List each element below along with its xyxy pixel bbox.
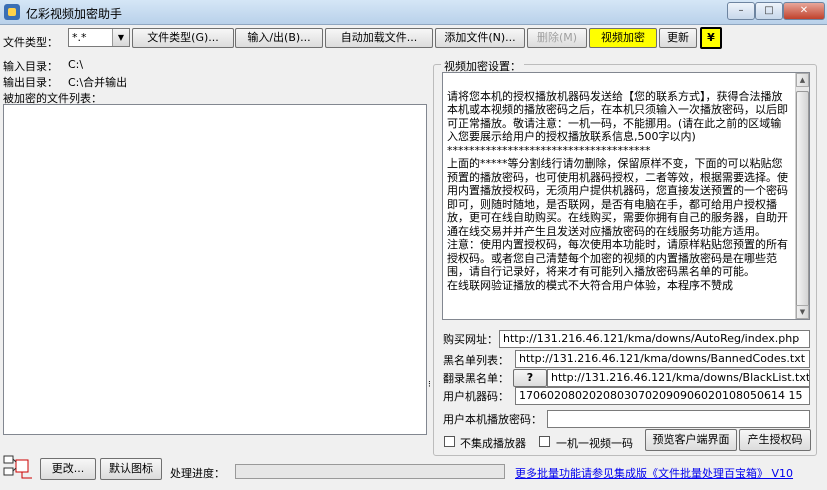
one-machine-label[interactable]: 一机一视频一码 xyxy=(556,435,633,451)
description-scrollbar[interactable]: ▲ ▼ xyxy=(795,73,809,319)
program-icon[interactable] xyxy=(2,452,36,484)
video-encrypt-button[interactable]: 视频加密 xyxy=(589,28,657,48)
chevron-down-icon[interactable]: ▼ xyxy=(112,29,129,46)
progress-label: 处理进度： xyxy=(170,467,225,480)
file-type-select[interactable]: *.* ▼ xyxy=(68,28,130,47)
blacklist-label: 黑名单列表： xyxy=(443,354,509,367)
machine-code-label: 用户机器码： xyxy=(443,390,509,403)
promo-link[interactable]: 更多批量功能请参见集成版《文件批量处理百宝箱》 V10 xyxy=(515,465,793,481)
file-type-label: 文件类型： xyxy=(3,36,58,49)
blacklist-input[interactable]: http://131.216.46.121/kma/downs/BannedCo… xyxy=(515,350,810,368)
add-file-button[interactable]: 添加文件(N)... xyxy=(435,28,525,48)
local-password-input[interactable] xyxy=(547,410,810,428)
input-dir-label: 输入目录： xyxy=(3,60,58,73)
minimize-button[interactable]: – xyxy=(727,2,755,20)
delete-button[interactable]: 删除(M) xyxy=(527,28,587,48)
scroll-thumb[interactable] xyxy=(796,91,809,309)
buy-url-input[interactable]: http://131.216.46.121/kma/downs/AutoReg/… xyxy=(499,330,810,348)
file-type-button[interactable]: 文件类型(G)... xyxy=(132,28,234,48)
progress-bar xyxy=(235,464,505,479)
description-text: 请将您本机的授权播放机器码发送给【您的联系方式】，获得合法播放本机或本视频的播放… xyxy=(447,89,788,292)
generate-code-button[interactable]: 产生授权码 xyxy=(739,429,811,451)
file-list[interactable] xyxy=(3,104,427,435)
output-dir-label: 输出目录： xyxy=(3,76,58,89)
app-icon xyxy=(4,4,20,20)
change-icon-button[interactable]: 更改... xyxy=(40,458,96,480)
buy-url-label: 购买网址： xyxy=(443,333,498,346)
one-machine-checkbox[interactable] xyxy=(539,436,550,447)
file-type-value: *.* xyxy=(72,31,87,44)
update-button[interactable]: 更新 xyxy=(659,28,697,48)
output-dir-value: C:\合并输出 xyxy=(68,76,128,89)
maximize-button[interactable]: □ xyxy=(755,2,783,20)
splitter-handle[interactable]: ⁝ xyxy=(428,380,431,390)
no-player-label[interactable]: 不集成播放器 xyxy=(460,435,526,451)
scroll-up-icon[interactable]: ▲ xyxy=(796,73,809,87)
import-export-button[interactable]: 输入/出(B)... xyxy=(235,28,323,48)
scroll-down-icon[interactable]: ▼ xyxy=(796,305,809,319)
flip-blacklist-help-button[interactable]: ? xyxy=(513,369,547,387)
no-player-checkbox[interactable] xyxy=(444,436,455,447)
machine-code-input[interactable]: 17060208020208030702090906020108050614 1… xyxy=(515,387,810,405)
preview-client-button[interactable]: 预览客户端界面 xyxy=(645,429,737,451)
yen-button[interactable]: ¥ xyxy=(700,27,722,49)
default-icon-button[interactable]: 默认图标 xyxy=(100,458,162,480)
input-dir-value: C:\ xyxy=(68,58,84,71)
title-bar: 亿彩视频加密助手 – □ ✕ xyxy=(0,0,827,25)
auto-load-button[interactable]: 自动加载文件... xyxy=(325,28,433,48)
local-password-label: 用户本机播放密码： xyxy=(443,413,542,426)
flip-blacklist-input[interactable]: http://131.216.46.121/kma/downs/BlackLis… xyxy=(547,369,810,387)
description-textarea[interactable]: 请将您本机的授权播放机器码发送给【您的联系方式】，获得合法播放本机或本视频的播放… xyxy=(442,72,810,320)
window-title: 亿彩视频加密助手 xyxy=(26,7,123,21)
flip-blacklist-label: 翻录黑名单： xyxy=(443,372,509,385)
close-button[interactable]: ✕ xyxy=(783,2,825,20)
